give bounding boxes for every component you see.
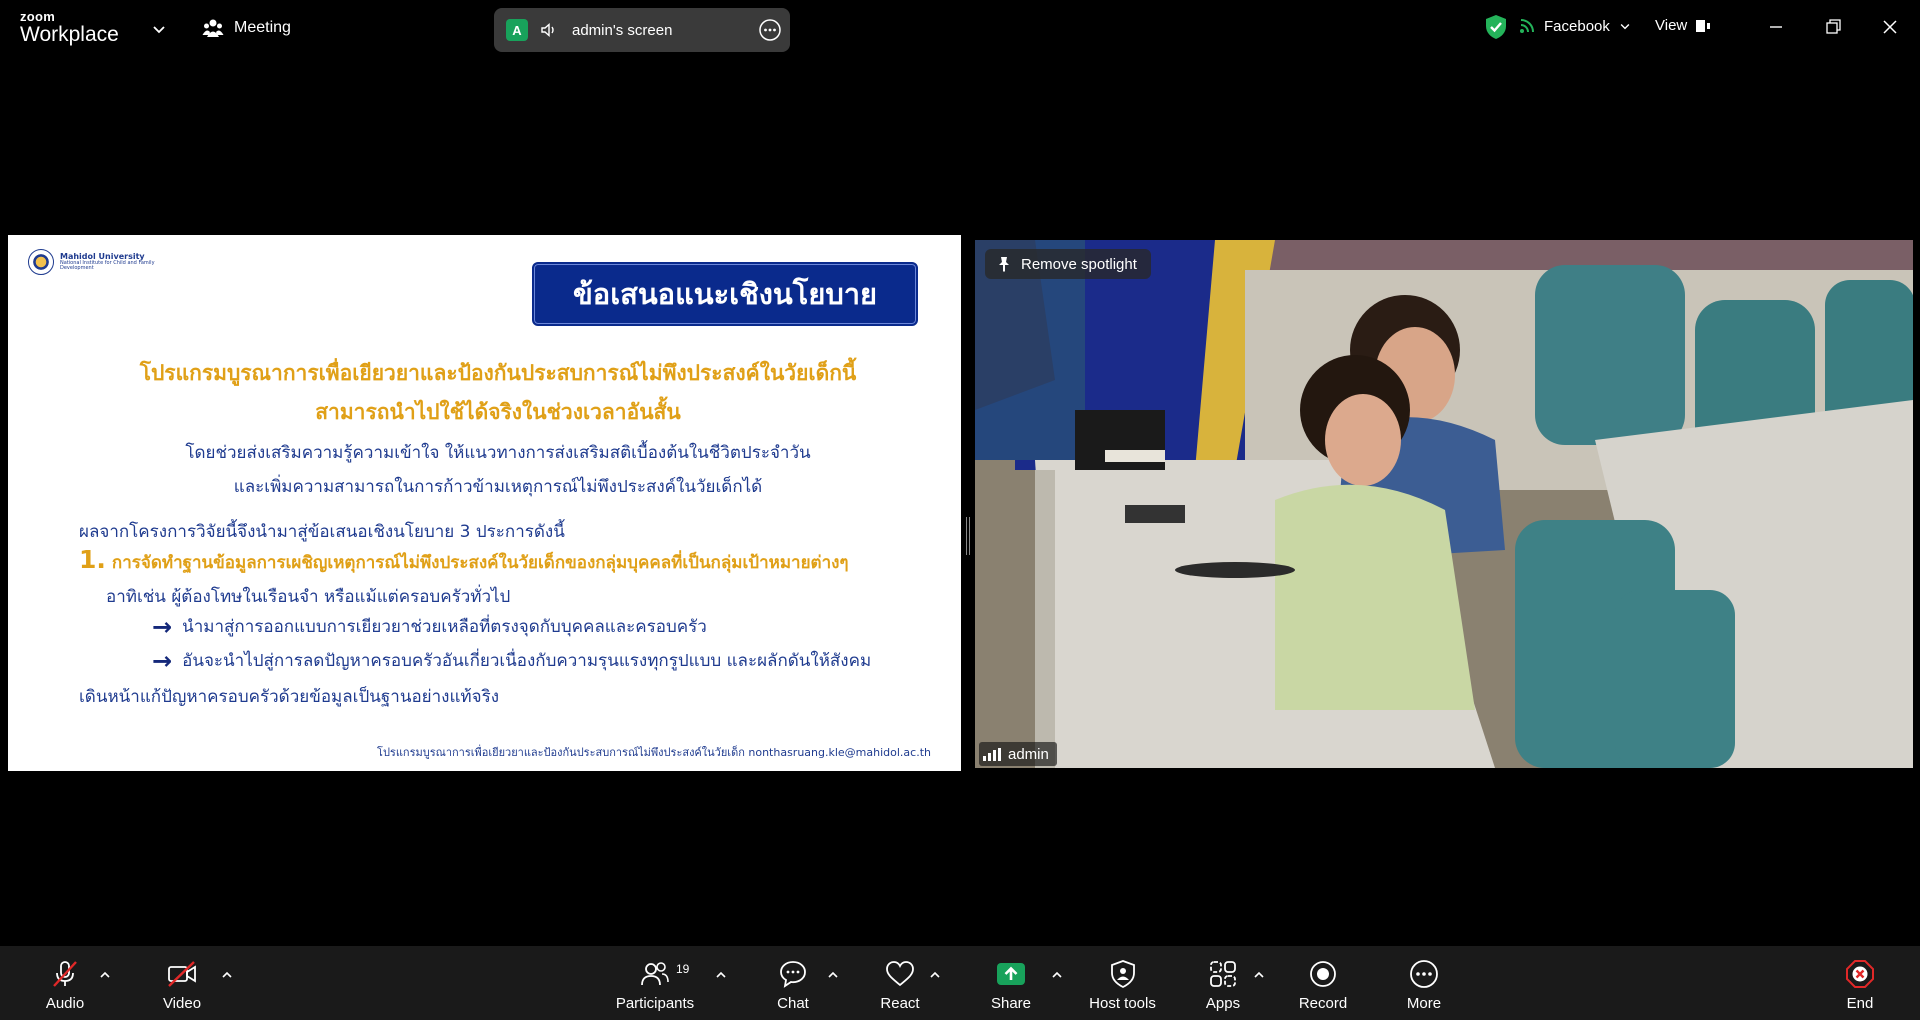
screen-share-indicator[interactable]: A admin's screen xyxy=(494,8,790,52)
slide-heading-2: สามารถนำไปใช้ได้จริงในช่วงเวลาอันสั้น xyxy=(315,400,681,424)
pin-icon xyxy=(999,257,1009,272)
video-button[interactable]: Video xyxy=(152,946,212,1020)
chevron-up-icon[interactable] xyxy=(1252,968,1266,982)
host-tools-label: Host tools xyxy=(1089,995,1156,1012)
end-meeting-button[interactable]: End xyxy=(1830,946,1890,1020)
slide-footer: โปรแกรมบูรณาการเพื่อเยียวยาและป้องกันประ… xyxy=(377,746,931,759)
participant-name-tag: admin xyxy=(979,742,1057,766)
video-label: Video xyxy=(162,995,202,1012)
arrow-right-icon: → xyxy=(152,646,173,675)
participant-video-tile[interactable]: Remove spotlight admin xyxy=(975,240,1913,768)
minimize-icon[interactable] xyxy=(1763,14,1789,40)
meeting-menu[interactable]: Meeting xyxy=(202,17,291,39)
sharer-avatar: A xyxy=(506,19,528,41)
zoom-workplace-logo: zoom Workplace xyxy=(20,10,119,45)
chevron-down-icon[interactable] xyxy=(150,20,168,38)
chat-bubble-icon xyxy=(780,961,806,988)
microphone-muted-icon xyxy=(53,961,77,987)
slide-intro: ผลจากโครงการวิจัยนี้จึงนำมาสู่ข้อเสนอเชิ… xyxy=(79,522,565,542)
remove-spotlight-button[interactable]: Remove spotlight xyxy=(985,249,1151,279)
record-label: Record xyxy=(1298,995,1348,1012)
chevron-down-icon xyxy=(1620,23,1630,30)
slide-arrow-line-1: → นำมาสู่การออกแบบการเยียวยาช่วยเหลือที่… xyxy=(152,613,707,640)
remove-spotlight-label: Remove spotlight xyxy=(1021,255,1137,273)
view-layout-icon xyxy=(1696,19,1711,32)
chevron-up-icon[interactable] xyxy=(826,968,840,982)
participants-icon xyxy=(641,962,669,986)
arrow-right-icon: → xyxy=(152,612,173,641)
audio-label: Audio xyxy=(45,995,85,1012)
speaker-icon[interactable] xyxy=(540,21,558,39)
restore-icon[interactable] xyxy=(1820,14,1846,40)
slide-item-1: 1. การจัดทำฐานข้อมูลการเผชิญเหตุการณ์ไม่พ… xyxy=(79,545,849,576)
chat-label: Chat xyxy=(777,995,809,1012)
host-tools-button[interactable]: Host tools xyxy=(1080,946,1165,1020)
share-screen-icon xyxy=(997,963,1025,985)
share-button[interactable]: Share xyxy=(981,946,1041,1020)
end-meeting-icon xyxy=(1846,960,1874,988)
chevron-up-icon[interactable] xyxy=(714,968,728,982)
close-icon[interactable] xyxy=(1877,14,1903,40)
meeting-people-icon xyxy=(202,19,224,37)
audio-button[interactable]: Audio xyxy=(35,946,95,1020)
stream-status[interactable]: Facebook xyxy=(1518,17,1632,35)
share-indicator-label: admin's screen xyxy=(572,21,673,39)
apps-button[interactable]: Apps xyxy=(1193,946,1253,1020)
signal-strength-icon xyxy=(983,747,1001,761)
record-button[interactable]: Record xyxy=(1290,946,1356,1020)
logo-zoom-text: zoom xyxy=(20,9,56,24)
broadcast-icon xyxy=(1520,19,1534,33)
more-button[interactable]: More xyxy=(1394,946,1454,1020)
react-button[interactable]: React xyxy=(870,946,930,1020)
stream-label: Facebook xyxy=(1544,17,1610,35)
slide-item-1-cont: อาทิเช่น ผู้ต้องโทษในเรือนจำ หรือแม้แต่ค… xyxy=(106,587,511,607)
university-logo: Mahidol University National Institute fo… xyxy=(28,249,170,275)
apps-label: Apps xyxy=(1205,995,1241,1012)
shared-screen-slide: Mahidol University National Institute fo… xyxy=(8,235,961,771)
chevron-up-icon[interactable] xyxy=(98,968,112,982)
participants-button[interactable]: Participants xyxy=(610,946,700,1020)
item-1-text: การจัดทำฐานข้อมูลการเผชิญเหตุการณ์ไม่พึง… xyxy=(111,553,849,573)
view-label: View xyxy=(1655,17,1688,34)
more-dots-icon xyxy=(1410,960,1438,988)
more-label: More xyxy=(1406,995,1442,1012)
slide-arrow-line-2: → อันจะนำไปสู่การลดปัญหาครอบครัวอันเกี่ย… xyxy=(152,647,871,674)
record-icon xyxy=(1310,961,1336,987)
layout-splitter-handle[interactable] xyxy=(965,517,971,555)
react-label: React xyxy=(880,995,920,1012)
chevron-up-icon[interactable] xyxy=(220,968,234,982)
logo-workplace-text: Workplace xyxy=(20,23,119,46)
participants-count: 19 xyxy=(676,962,690,976)
more-options-icon[interactable] xyxy=(758,18,782,42)
chat-button[interactable]: Chat xyxy=(763,946,823,1020)
slide-subtext-2: และเพิ่มความสามารถในการก้าวข้ามเหตุการณ์… xyxy=(233,477,763,497)
slide-arrow-2-cont: เดินหน้าแก้ปัญหาครอบครัวด้วยข้อมูลเป็นฐา… xyxy=(79,687,500,707)
security-shield-icon[interactable] xyxy=(1484,14,1508,40)
meeting-label: Meeting xyxy=(234,19,291,36)
top-bar: zoom Workplace Meeting A admin's screen … xyxy=(0,0,1920,56)
host-shield-icon xyxy=(1110,960,1135,989)
view-menu[interactable]: View xyxy=(1655,17,1711,34)
share-label: Share xyxy=(990,995,1032,1012)
meeting-toolbar: Audio Video Participants 19 Chat React S… xyxy=(0,946,1920,1020)
camera-off-icon xyxy=(168,961,196,987)
video-feed-image xyxy=(975,240,1913,768)
arrow-2-text: อันจะนำไปสู่การลดปัญหาครอบครัวอันเกี่ยวเ… xyxy=(182,651,872,671)
chevron-up-icon[interactable] xyxy=(928,968,942,982)
university-seal-icon xyxy=(28,249,54,275)
participants-label: Participants xyxy=(615,995,695,1012)
slide-subtext-1: โดยช่วยส่งเสริมความรู้ความเข้าใจ ให้แนวท… xyxy=(185,443,811,463)
heart-icon xyxy=(886,961,914,987)
apps-icon xyxy=(1210,961,1236,987)
item-number: 1. xyxy=(79,545,106,574)
institute-name: National Institute for Child and Family … xyxy=(60,259,155,272)
arrow-1-text: นำมาสู่การออกแบบการเยียวยาช่วยเหลือที่ตร… xyxy=(182,617,707,637)
end-label: End xyxy=(1846,995,1874,1012)
slide-title-banner: ข้อเสนอแนะเชิงนโยบาย xyxy=(532,262,918,326)
participant-name: admin xyxy=(1008,745,1049,763)
slide-heading-1: โปรแกรมบูรณาการเพื่อเยียวยาและป้องกันประ… xyxy=(139,361,857,385)
chevron-up-icon[interactable] xyxy=(1050,968,1064,982)
